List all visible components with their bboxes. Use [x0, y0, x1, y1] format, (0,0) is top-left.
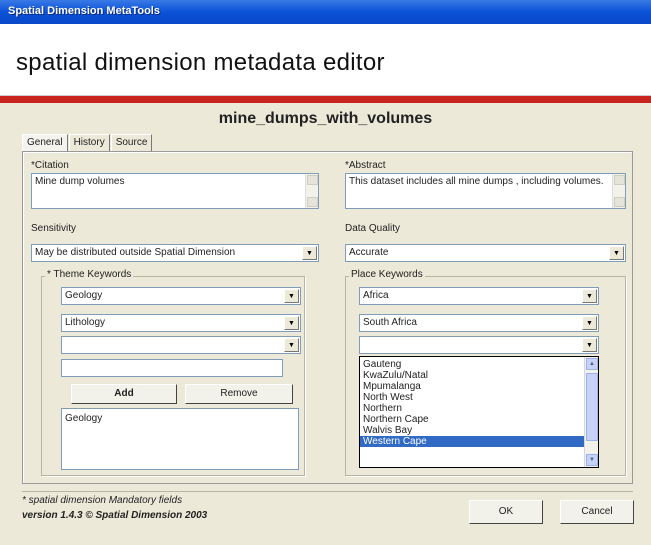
add-keyword-button[interactable]: Add [71, 384, 177, 404]
dropdown-item-mpumalanga[interactable]: Mpumalanga [360, 381, 598, 392]
window-titlebar: Spatial Dimension MetaTools [0, 0, 651, 24]
citation-scrollbar[interactable] [305, 174, 318, 208]
chevron-down-icon[interactable]: ▼ [284, 289, 299, 303]
dropdown-item-northern-cape[interactable]: Northern Cape [360, 414, 598, 425]
place-keyword-value-2: South Africa [363, 317, 417, 328]
theme-keyword-select-2[interactable]: Lithology ▼ [61, 314, 301, 332]
theme-keyword-value-1: Geology [65, 290, 103, 301]
abstract-field[interactable]: This dataset includes all mine dumps , i… [345, 173, 626, 209]
data-quality-select[interactable]: Accurate ▼ [345, 244, 626, 262]
dropdown-item-walvis-bay[interactable]: Walvis Bay [360, 425, 598, 436]
list-item[interactable]: Geology [62, 409, 298, 424]
sensitivity-value: May be distributed outside Spatial Dimen… [35, 247, 236, 258]
theme-keyword-value-2: Lithology [65, 317, 106, 328]
dropdown-item-north-west[interactable]: North West [360, 392, 598, 403]
place-keyword-select-1[interactable]: Africa ▼ [359, 287, 599, 305]
dataset-title: mine_dumps_with_volumes [218, 110, 433, 127]
theme-keywords-title: * Theme Keywords [45, 269, 134, 280]
app-header: spatial dimension metadata editor [0, 24, 651, 96]
place-keyword-value-1: Africa [363, 290, 389, 301]
scroll-thumb[interactable] [586, 373, 598, 441]
dropdown-item-northern[interactable]: Northern [360, 403, 598, 414]
ok-button[interactable]: OK [469, 500, 543, 524]
tab-general[interactable]: General [22, 134, 68, 151]
citation-label: *Citation [31, 160, 69, 171]
place-keywords-title: Place Keywords [349, 269, 425, 280]
chevron-down-icon[interactable]: ▼ [302, 246, 317, 260]
tab-strip: General History Source [22, 134, 153, 151]
window-title: Spatial Dimension MetaTools [8, 5, 160, 17]
chevron-down-icon[interactable]: ▼ [609, 246, 624, 260]
version-text: version 1.4.3 © Spatial Dimension 2003 [22, 510, 208, 521]
abstract-scrollbar[interactable] [612, 174, 625, 208]
general-panel: *Citation Mine dump volumes *Abstract Th… [22, 151, 633, 484]
app-name: spatial dimension metadata editor [16, 49, 385, 76]
tab-source[interactable]: Source [110, 134, 153, 151]
abstract-value: This dataset includes all mine dumps , i… [349, 176, 604, 187]
data-quality-value: Accurate [349, 247, 389, 258]
dropdown-item-kwazulu-natal[interactable]: KwaZulu/Natal [360, 370, 598, 381]
dropdown-item-western-cape[interactable]: Western Cape [360, 436, 584, 447]
place-keyword-select-3[interactable]: ▼ [359, 336, 599, 354]
dropdown-item-gauteng[interactable]: Gauteng [360, 359, 598, 370]
accent-bar [0, 96, 651, 103]
data-quality-label: Data Quality [345, 223, 401, 234]
mandatory-note: * spatial dimension Mandatory fields [22, 495, 183, 506]
sensitivity-label: Sensitivity [31, 223, 77, 234]
abstract-label: *Abstract [345, 160, 386, 171]
new-theme-keyword-input[interactable] [61, 359, 283, 377]
scroll-up-icon[interactable]: ▲ [586, 358, 598, 370]
chevron-down-icon[interactable]: ▼ [284, 338, 299, 352]
dropdown-scrollbar[interactable]: ▲ ▼ [584, 357, 598, 467]
cancel-button[interactable]: Cancel [560, 500, 634, 524]
citation-value: Mine dump volumes [35, 176, 125, 187]
place-keyword-select-2[interactable]: South Africa ▼ [359, 314, 599, 332]
theme-keywords-list[interactable]: Geology [61, 408, 299, 470]
sensitivity-select[interactable]: May be distributed outside Spatial Dimen… [31, 244, 319, 262]
chevron-down-icon[interactable]: ▼ [582, 316, 597, 330]
chevron-down-icon[interactable]: ▼ [582, 289, 597, 303]
citation-field[interactable]: Mine dump volumes [31, 173, 319, 209]
theme-keyword-select-3[interactable]: ▼ [61, 336, 301, 354]
tab-history[interactable]: History [68, 134, 110, 151]
chevron-down-icon[interactable]: ▼ [284, 316, 299, 330]
scroll-down-icon[interactable]: ▼ [586, 454, 598, 466]
chevron-down-icon[interactable]: ▼ [582, 338, 597, 352]
theme-keyword-select-1[interactable]: Geology ▼ [61, 287, 301, 305]
remove-keyword-button[interactable]: Remove [185, 384, 293, 404]
place-keyword-dropdown[interactable]: Gauteng KwaZulu/Natal Mpumalanga North W… [359, 356, 599, 468]
footer-divider [22, 491, 633, 492]
